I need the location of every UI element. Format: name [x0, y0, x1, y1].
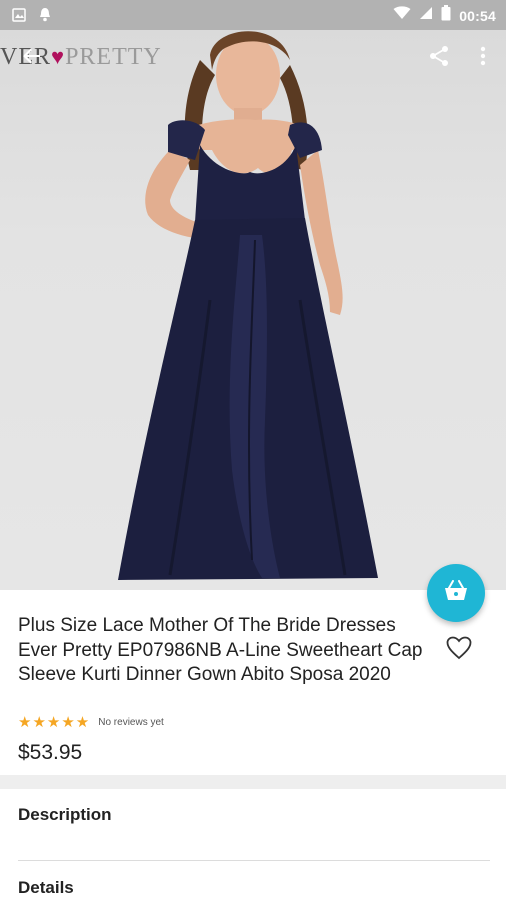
image-icon — [12, 7, 26, 27]
details-section[interactable]: Details — [0, 861, 506, 900]
wifi-icon — [393, 6, 411, 25]
status-time: 00:54 — [459, 7, 496, 24]
description-label: Description — [18, 805, 112, 824]
back-button[interactable] — [14, 40, 50, 76]
back-arrow-icon — [22, 46, 42, 71]
description-section[interactable]: Description — [0, 789, 506, 849]
heart-logo-icon: ♥ — [51, 44, 66, 69]
add-to-cart-button[interactable] — [427, 564, 485, 622]
rating-stars: ★★★★★ — [18, 714, 91, 731]
notification-bell-icon — [38, 7, 52, 27]
status-bar: 00:54 — [0, 0, 506, 30]
battery-icon — [441, 5, 451, 26]
section-divider — [0, 775, 506, 789]
cellular-signal-icon — [419, 6, 433, 25]
dress-photo — [118, 31, 378, 580]
product-price: $53.95 — [18, 741, 83, 764]
reviews-count: No reviews yet — [98, 716, 164, 728]
more-options-button[interactable] — [465, 40, 501, 76]
product-title: Plus Size Lace Mother Of The Bride Dress… — [18, 615, 423, 685]
product-image[interactable]: VER♥PRETTY — [0, 0, 506, 590]
share-button[interactable] — [421, 40, 457, 76]
share-icon — [428, 45, 450, 72]
heart-outline-icon — [446, 636, 472, 665]
rating-row: ★★★★★ No reviews yet — [18, 713, 164, 731]
details-label: Details — [18, 878, 74, 897]
more-vert-icon — [480, 46, 486, 71]
favorite-button[interactable] — [443, 634, 475, 666]
shopping-basket-icon — [444, 579, 468, 607]
